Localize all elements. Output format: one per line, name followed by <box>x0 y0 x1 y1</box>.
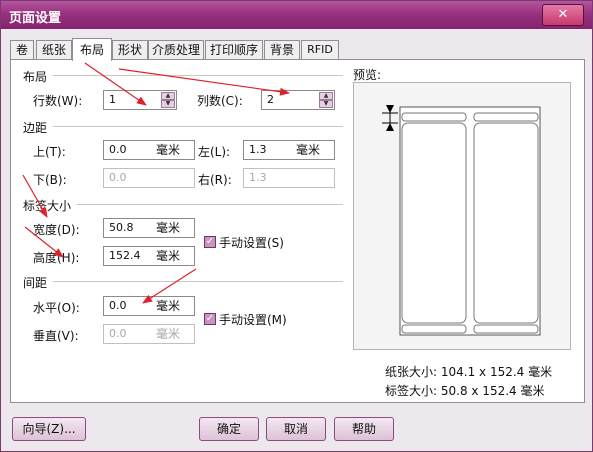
preview-box <box>353 82 571 350</box>
rows-down-button[interactable]: ▼ <box>161 100 175 108</box>
cols-label: 列数(C): <box>197 94 243 108</box>
preview-label-right <box>473 122 539 324</box>
label-height-input[interactable]: 152.4 毫米 <box>103 246 195 266</box>
rows-spinner: ▲ ▼ <box>161 92 175 108</box>
margin-right-input[interactable]: 1.3 <box>243 168 335 188</box>
spacing-horizontal-unit: 毫米 <box>156 299 181 313</box>
divider <box>53 126 343 127</box>
cols-value: 2 <box>267 93 274 106</box>
margin-top-input[interactable]: 0.0 毫米 <box>103 140 195 160</box>
label-height-unit: 毫米 <box>156 249 181 263</box>
preview-title: 预览: <box>353 68 382 82</box>
tab-layout[interactable]: 布局 <box>72 38 112 61</box>
label-width-input[interactable]: 50.8 毫米 <box>103 218 195 238</box>
tab-print-order[interactable]: 打印顺序 <box>205 40 263 59</box>
preview-label-bottom-right <box>473 324 539 334</box>
margin-bottom-label: 下(B): <box>33 173 67 187</box>
margin-right-label: 右(R): <box>198 173 232 187</box>
label-width-value: 50.8 <box>109 221 134 234</box>
rows-input[interactable]: 1 ▲ ▼ <box>103 90 177 110</box>
spacing-horizontal-label: 水平(O): <box>33 301 80 315</box>
spin-up-icon: ▲ <box>323 92 329 99</box>
margin-left-unit: 毫米 <box>296 143 321 157</box>
spin-up-icon: ▲ <box>165 92 171 99</box>
tab-rfid[interactable]: RFID <box>301 40 339 59</box>
margin-bottom-value: 0.0 <box>109 171 127 184</box>
label-size-manual-label[interactable]: 手动设置(S) <box>219 234 284 251</box>
cols-up-button[interactable]: ▲ <box>319 92 333 100</box>
label-width-label: 宽度(D): <box>33 223 80 237</box>
checkmark-icon: ✓ <box>205 236 215 247</box>
wizard-button[interactable]: 向导(Z)... <box>12 417 86 441</box>
spacing-vertical-label: 垂直(V): <box>33 329 79 343</box>
preview-label-top-left <box>401 112 467 122</box>
title-bar: 页面设置 ✕ <box>1 1 592 29</box>
divider <box>53 75 343 76</box>
spacing-vertical-input[interactable]: 0.0 毫米 <box>103 324 195 344</box>
checkmark-icon: ✓ <box>205 313 215 324</box>
margin-top-value: 0.0 <box>109 143 127 156</box>
divider <box>77 204 343 205</box>
section-label-size-title: 标签大小 <box>23 199 72 213</box>
spacing-manual-label[interactable]: 手动设置(M) <box>219 311 287 328</box>
cols-down-button[interactable]: ▼ <box>319 100 333 108</box>
margin-bottom-input[interactable]: 0.0 <box>103 168 195 188</box>
rows-value: 1 <box>109 93 116 106</box>
cols-spinner: ▲ ▼ <box>319 92 333 108</box>
label-height-label: 高度(H): <box>33 251 80 265</box>
spin-down-icon: ▼ <box>323 100 329 107</box>
label-size-info: 标签大小: 50.8 x 152.4 毫米 <box>385 384 545 398</box>
margin-top-unit: 毫米 <box>156 143 181 157</box>
ok-button[interactable]: 确定 <box>199 417 259 441</box>
margin-left-value: 1.3 <box>249 143 267 156</box>
tab-paper[interactable]: 纸张 <box>36 40 72 59</box>
divider <box>53 281 343 282</box>
tab-background[interactable]: 背景 <box>264 40 300 59</box>
tab-media-handling[interactable]: 介质处理 <box>148 40 204 59</box>
tab-shape[interactable]: 形状 <box>112 40 148 59</box>
margin-left-label: 左(L): <box>198 145 231 159</box>
label-width-unit: 毫米 <box>156 221 181 235</box>
label-size-manual-checkbox[interactable]: ✓ <box>204 236 216 248</box>
close-button[interactable]: ✕ <box>542 4 584 26</box>
rows-up-button[interactable]: ▲ <box>161 92 175 100</box>
section-layout-title: 布局 <box>23 70 48 84</box>
preview-label-top-right <box>473 112 539 122</box>
tab-roll[interactable]: 卷 <box>10 40 34 59</box>
spacing-horizontal-value: 0.0 <box>109 299 127 312</box>
close-icon: ✕ <box>557 7 569 22</box>
help-button[interactable]: 帮助 <box>334 417 394 441</box>
margin-top-label: 上(T): <box>33 145 66 159</box>
margin-left-input[interactable]: 1.3 毫米 <box>243 140 335 160</box>
spin-down-icon: ▼ <box>165 100 171 107</box>
spacing-indicator-icon <box>382 105 398 131</box>
label-height-value: 152.4 <box>109 249 141 262</box>
cancel-button[interactable]: 取消 <box>266 417 326 441</box>
preview-drawing <box>382 105 541 336</box>
layout-tab-panel: 布局 行数(W): 1 ▲ ▼ 列数(C): 2 ▲ ▼ 边距 上(T): 0.… <box>10 59 585 403</box>
margin-right-value: 1.3 <box>249 171 267 184</box>
dialog-title: 页面设置 <box>9 11 62 26</box>
rows-label: 行数(W): <box>33 94 83 108</box>
spacing-vertical-value: 0.0 <box>109 327 127 340</box>
preview-label-left <box>401 122 467 324</box>
spacing-manual-checkbox[interactable]: ✓ <box>204 313 216 325</box>
page-setup-dialog: 页面设置 ✕ 卷 纸张 布局 形状 介质处理 打印顺序 背景 RFID 布局 行… <box>0 0 593 452</box>
paper-size-info: 纸张大小: 104.1 x 152.4 毫米 <box>385 365 553 379</box>
cols-input[interactable]: 2 ▲ ▼ <box>261 90 335 110</box>
spacing-vertical-unit: 毫米 <box>156 327 181 341</box>
section-margins-title: 边距 <box>23 121 48 135</box>
section-spacing-title: 间距 <box>23 276 48 290</box>
preview-label-bottom-left <box>401 324 467 334</box>
spacing-horizontal-input[interactable]: 0.0 毫米 <box>103 296 195 316</box>
